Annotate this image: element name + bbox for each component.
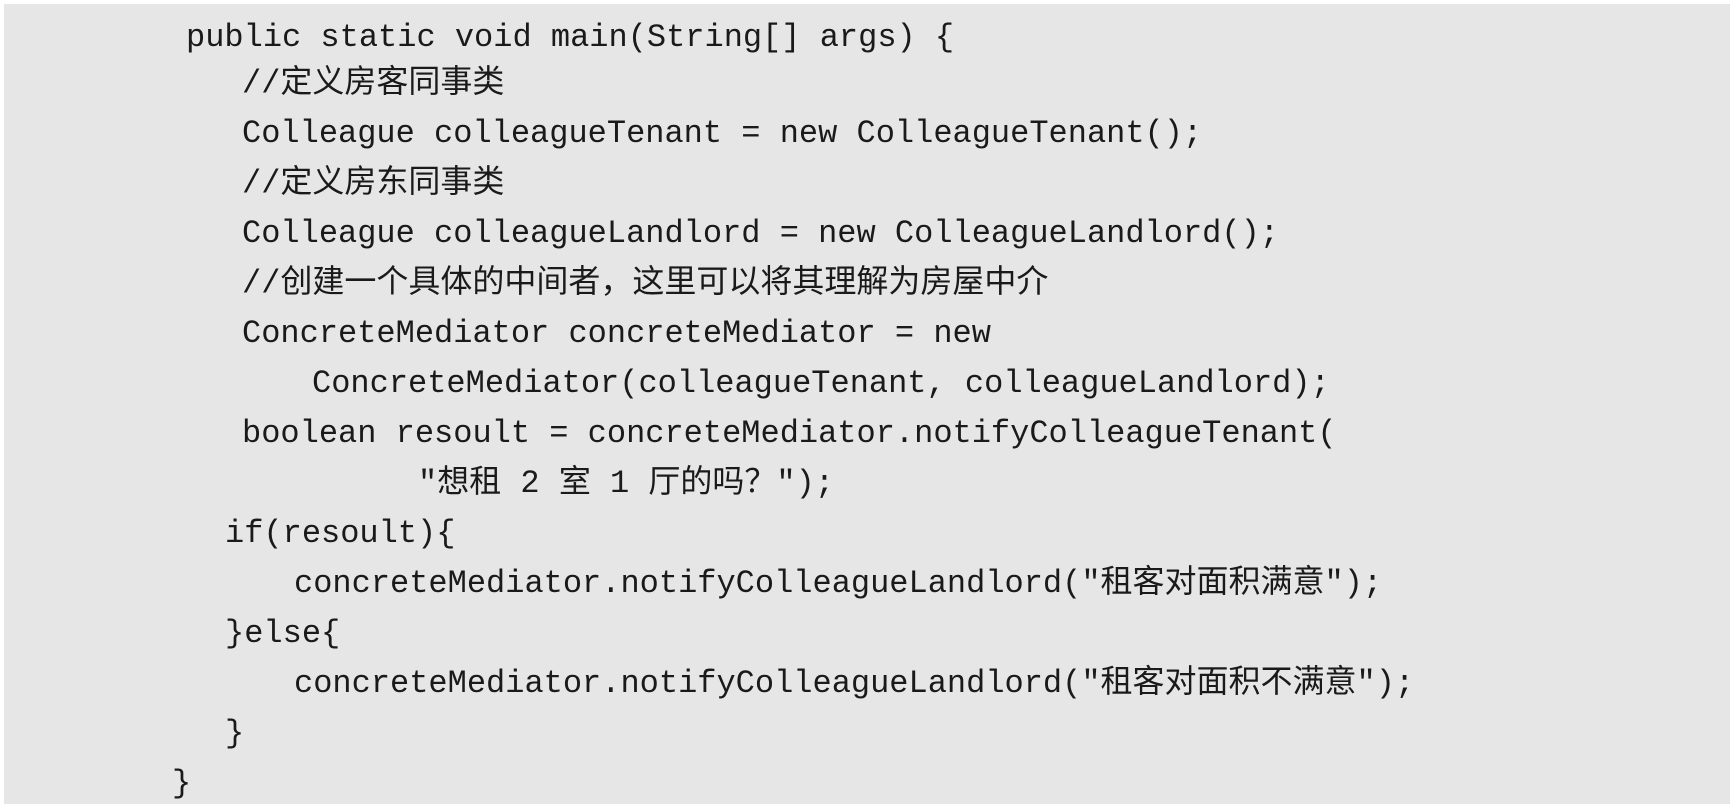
code-line-method-close-brace: } bbox=[172, 765, 192, 802]
code-line-mediator-declaration: ConcreteMediator concreteMediator = new bbox=[242, 315, 991, 352]
code-line-notify-unsatisfied: concreteMediator.notifyColleagueLandlord… bbox=[294, 665, 1415, 702]
code-line-if-statement: if(resoult){ bbox=[225, 515, 456, 552]
code-line-comment-landlord: //定义房东同事类 bbox=[242, 165, 505, 202]
code-line-tenant-declaration: Colleague colleagueTenant = new Colleagu… bbox=[242, 115, 1203, 152]
code-line-comment-tenant: //定义房客同事类 bbox=[242, 65, 505, 102]
code-line-method-signature: public static void main(String[] args) { bbox=[186, 19, 955, 56]
code-line-if-close-brace: } bbox=[225, 715, 245, 752]
code-panel: public static void main(String[] args) {… bbox=[4, 4, 1730, 804]
code-line-string-argument: "想租 2 室 1 厅的吗？"); bbox=[418, 465, 835, 502]
code-line-mediator-constructor: ConcreteMediator(colleagueTenant, collea… bbox=[312, 365, 1330, 402]
code-line-boolean-result: boolean resoult = concreteMediator.notif… bbox=[242, 415, 1337, 452]
code-line-else-statement: }else{ bbox=[225, 615, 341, 652]
code-line-landlord-declaration: Colleague colleagueLandlord = new Collea… bbox=[242, 215, 1279, 252]
code-line-notify-satisfied: concreteMediator.notifyColleagueLandlord… bbox=[294, 565, 1383, 602]
code-line-comment-mediator: //创建一个具体的中间者，这里可以将其理解为房屋中介 bbox=[242, 265, 1049, 302]
